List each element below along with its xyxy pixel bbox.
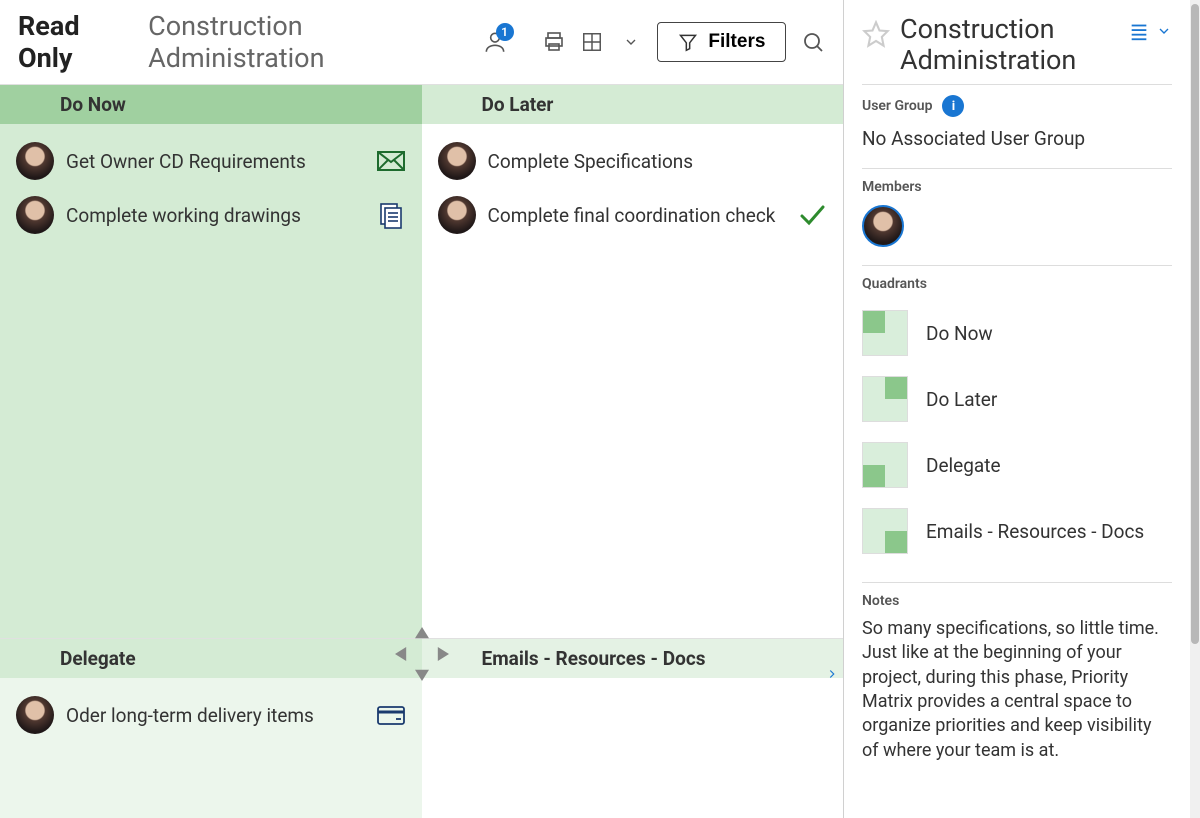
quadrant-name: Emails - Resources - Docs [926, 520, 1144, 543]
quadrant-name: Do Now [926, 322, 993, 345]
arrow-down-icon [413, 665, 431, 683]
task-list-do-later: Complete Specifications Complete final c… [422, 124, 844, 638]
quadrant-do-later[interactable]: Do Later Complete Specifications Complet… [422, 84, 844, 638]
card-icon [376, 700, 406, 730]
quadrant-header-delegate: Delegate [0, 639, 422, 678]
header-bar: Read Only Construction Administration 1 … [0, 0, 843, 84]
quadrant-link-do-later[interactable]: Do Later [862, 366, 1172, 432]
quadrant-swatch-icon [862, 310, 908, 356]
task-title: Complete Specifications [488, 150, 786, 173]
quadrant-do-now[interactable]: Do Now Get Owner CD Requirements Complet… [0, 84, 422, 638]
user-icon[interactable]: 1 [482, 29, 508, 55]
task-item[interactable]: Oder long-term delivery items [10, 688, 412, 742]
grid-view-icon[interactable] [580, 29, 605, 55]
scrollbar-thumb[interactable] [1191, 4, 1199, 644]
user-badge: 1 [496, 23, 514, 41]
details-title: Construction Administration [900, 14, 1118, 76]
avatar [438, 196, 476, 234]
filters-button[interactable]: Filters [657, 22, 786, 62]
quadrant-link-emails[interactable]: Emails - Resources - Docs [862, 498, 1172, 564]
search-icon[interactable] [800, 29, 825, 55]
avatar [438, 142, 476, 180]
notes-text: So many specifications, so little time. … [862, 617, 1172, 763]
quadrant-name: Do Later [926, 388, 997, 411]
user-group-label: User Group i [862, 95, 1172, 117]
details-header: Construction Administration [862, 14, 1172, 76]
check-icon [797, 200, 827, 230]
quadrant-swatch-icon [862, 508, 908, 554]
chevron-down-icon[interactable] [619, 29, 644, 55]
section-user-group: User Group i No Associated User Group [862, 84, 1172, 160]
section-quadrants: Quadrants Do Now Do Later Delegate Email… [862, 265, 1172, 574]
board-title: Construction Administration [148, 10, 467, 74]
quadrant-name: Delegate [926, 454, 1001, 477]
details-panel: Construction Administration User Group i… [844, 0, 1190, 818]
avatar [16, 196, 54, 234]
main-board-area: Read Only Construction Administration 1 … [0, 0, 844, 818]
docs-icon [376, 200, 406, 230]
task-title: Complete final coordination check [488, 204, 786, 227]
task-list-emails [422, 678, 844, 818]
mail-icon [376, 146, 406, 176]
task-list-do-now: Get Owner CD Requirements Complete worki… [0, 124, 422, 638]
filters-label: Filters [708, 31, 765, 53]
chevron-down-icon[interactable] [1156, 23, 1172, 43]
scrollbar[interactable] [1190, 0, 1200, 818]
quadrants-label: Quadrants [862, 276, 1172, 292]
avatar [16, 696, 54, 734]
quadrant-header-do-later: Do Later [422, 85, 844, 124]
quadrant-link-delegate[interactable]: Delegate [862, 432, 1172, 498]
avatar [16, 142, 54, 180]
quadrant-header-emails: Emails - Resources - Docs [422, 639, 844, 678]
move-handle[interactable] [393, 625, 451, 683]
info-icon[interactable]: i [942, 95, 964, 117]
arrow-right-icon [433, 645, 451, 663]
task-list-delegate: Oder long-term delivery items [0, 678, 422, 818]
priority-matrix-board: Do Now Get Owner CD Requirements Complet… [0, 84, 843, 818]
arrow-up-icon [413, 625, 431, 643]
quadrant-swatch-icon [862, 376, 908, 422]
section-notes: Notes So many specifications, so little … [862, 582, 1172, 773]
members-label: Members [862, 179, 1172, 195]
filter-icon [678, 32, 698, 52]
arrow-left-icon [393, 645, 411, 663]
chevron-right-icon[interactable] [825, 664, 839, 688]
quadrant-link-do-now[interactable]: Do Now [862, 300, 1172, 366]
task-item[interactable]: Complete working drawings [10, 188, 412, 242]
quadrant-swatch-icon [862, 442, 908, 488]
read-only-label: Read Only [18, 10, 134, 74]
list-icon[interactable] [1128, 20, 1150, 46]
member-avatar[interactable] [862, 205, 904, 247]
user-group-value: No Associated User Group [862, 127, 1172, 150]
task-title: Oder long-term delivery items [66, 704, 364, 727]
star-icon[interactable] [862, 20, 890, 48]
section-members: Members [862, 168, 1172, 257]
task-item[interactable]: Get Owner CD Requirements [10, 134, 412, 188]
print-icon[interactable] [542, 29, 567, 55]
task-title: Complete working drawings [66, 204, 364, 227]
quadrant-delegate[interactable]: Delegate Oder long-term delivery items [0, 638, 422, 818]
task-title: Get Owner CD Requirements [66, 150, 364, 173]
task-item[interactable]: Complete Specifications [432, 134, 834, 188]
quadrant-header-do-now: Do Now [0, 85, 422, 124]
notes-label: Notes [862, 593, 1172, 609]
quadrant-emails-resources-docs[interactable]: Emails - Resources - Docs [422, 638, 844, 818]
task-item[interactable]: Complete final coordination check [432, 188, 834, 242]
